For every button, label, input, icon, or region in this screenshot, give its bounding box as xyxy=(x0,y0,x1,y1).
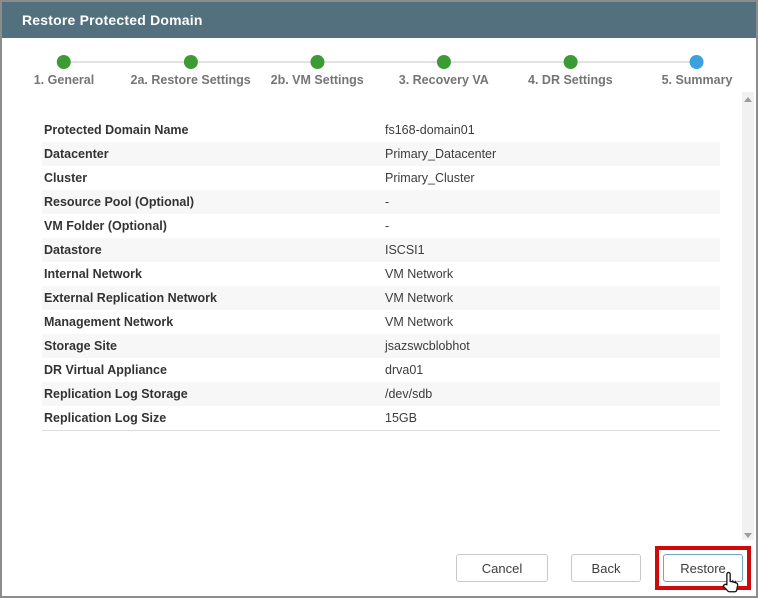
stepper-step-3[interactable]: 2b. VM Settings xyxy=(271,38,364,87)
table-row: DR Virtual Appliancedrva01 xyxy=(42,358,720,382)
row-label: Management Network xyxy=(42,310,385,334)
wizard-stepper: 1. General 2a. Restore Settings 2b. VM Set… xyxy=(2,38,756,92)
restore-button[interactable]: Restore xyxy=(663,554,743,582)
table-row: Resource Pool (Optional)- xyxy=(42,190,720,214)
row-value: ISCSI1 xyxy=(385,238,720,262)
table-row: External Replication NetworkVM Network xyxy=(42,286,720,310)
step-label: 2a. Restore Settings xyxy=(131,73,251,87)
row-value: VM Network xyxy=(385,262,720,286)
row-value: - xyxy=(385,190,720,214)
step-label: 3. Recovery VA xyxy=(399,73,489,87)
table-row: Protected Domain Namefs168-domain01 xyxy=(42,118,720,142)
row-value: - xyxy=(385,214,720,238)
vertical-scrollbar[interactable] xyxy=(742,92,754,542)
step-completed-dot-icon xyxy=(310,55,324,69)
cancel-button[interactable]: Cancel xyxy=(456,554,548,582)
summary-panel: Protected Domain Namefs168-domain01Datac… xyxy=(2,92,742,540)
table-row: DatacenterPrimary_Datacenter xyxy=(42,142,720,166)
table-row: DatastoreISCSI1 xyxy=(42,238,720,262)
row-label: Resource Pool (Optional) xyxy=(42,190,385,214)
step-completed-dot-icon xyxy=(437,55,451,69)
row-label: Replication Log Storage xyxy=(42,382,385,406)
step-completed-dot-icon xyxy=(184,55,198,69)
step-label: 2b. VM Settings xyxy=(271,73,364,87)
dialog-title: Restore Protected Domain xyxy=(22,12,203,28)
restore-highlight-annotation: Restore xyxy=(655,546,751,590)
stepper-step-4[interactable]: 3. Recovery VA xyxy=(399,38,489,87)
step-label: 1. General xyxy=(34,73,94,87)
row-label: Cluster xyxy=(42,166,385,190)
table-row: Management NetworkVM Network xyxy=(42,310,720,334)
step-label: 4. DR Settings xyxy=(528,73,613,87)
row-label: Internal Network xyxy=(42,262,385,286)
table-row: ClusterPrimary_Cluster xyxy=(42,166,720,190)
row-value: drva01 xyxy=(385,358,720,382)
table-row: Storage Sitejsazswcblobhot xyxy=(42,334,720,358)
stepper-step-2[interactable]: 2a. Restore Settings xyxy=(131,38,251,87)
table-row: Replication Log Size15GB xyxy=(42,406,720,430)
step-label: 5. Summary xyxy=(662,73,733,87)
stepper-step-5[interactable]: 4. DR Settings xyxy=(528,38,613,87)
back-button[interactable]: Back xyxy=(571,554,641,582)
row-label: VM Folder (Optional) xyxy=(42,214,385,238)
table-row: VM Folder (Optional)- xyxy=(42,214,720,238)
scrollbar-up-icon[interactable] xyxy=(742,92,754,106)
summary-table: Protected Domain Namefs168-domain01Datac… xyxy=(42,118,720,431)
dialog-footer: Cancel Back Restore xyxy=(2,540,756,596)
row-value: 15GB xyxy=(385,406,720,430)
dialog-titlebar: Restore Protected Domain xyxy=(2,2,756,38)
stepper-step-1[interactable]: 1. General xyxy=(34,38,94,87)
row-value: fs168-domain01 xyxy=(385,118,720,142)
row-label: Replication Log Size xyxy=(42,406,385,430)
step-completed-dot-icon xyxy=(57,55,71,69)
row-value: /dev/sdb xyxy=(385,382,720,406)
row-label: Datacenter xyxy=(42,142,385,166)
stepper-step-6[interactable]: 5. Summary xyxy=(662,38,733,87)
step-completed-dot-icon xyxy=(563,55,577,69)
row-label: Datastore xyxy=(42,238,385,262)
row-value: VM Network xyxy=(385,286,720,310)
table-row: Internal NetworkVM Network xyxy=(42,262,720,286)
row-label: DR Virtual Appliance xyxy=(42,358,385,382)
row-label: Protected Domain Name xyxy=(42,118,385,142)
row-value: Primary_Cluster xyxy=(385,166,720,190)
row-value: Primary_Datacenter xyxy=(385,142,720,166)
step-current-dot-icon xyxy=(690,55,704,69)
row-label: Storage Site xyxy=(42,334,385,358)
row-value: jsazswcblobhot xyxy=(385,334,720,358)
restore-protected-domain-dialog: Restore Protected Domain 1. General 2a. R… xyxy=(0,0,758,598)
row-value: VM Network xyxy=(385,310,720,334)
table-row: Replication Log Storage/dev/sdb xyxy=(42,382,720,406)
row-label: External Replication Network xyxy=(42,286,385,310)
